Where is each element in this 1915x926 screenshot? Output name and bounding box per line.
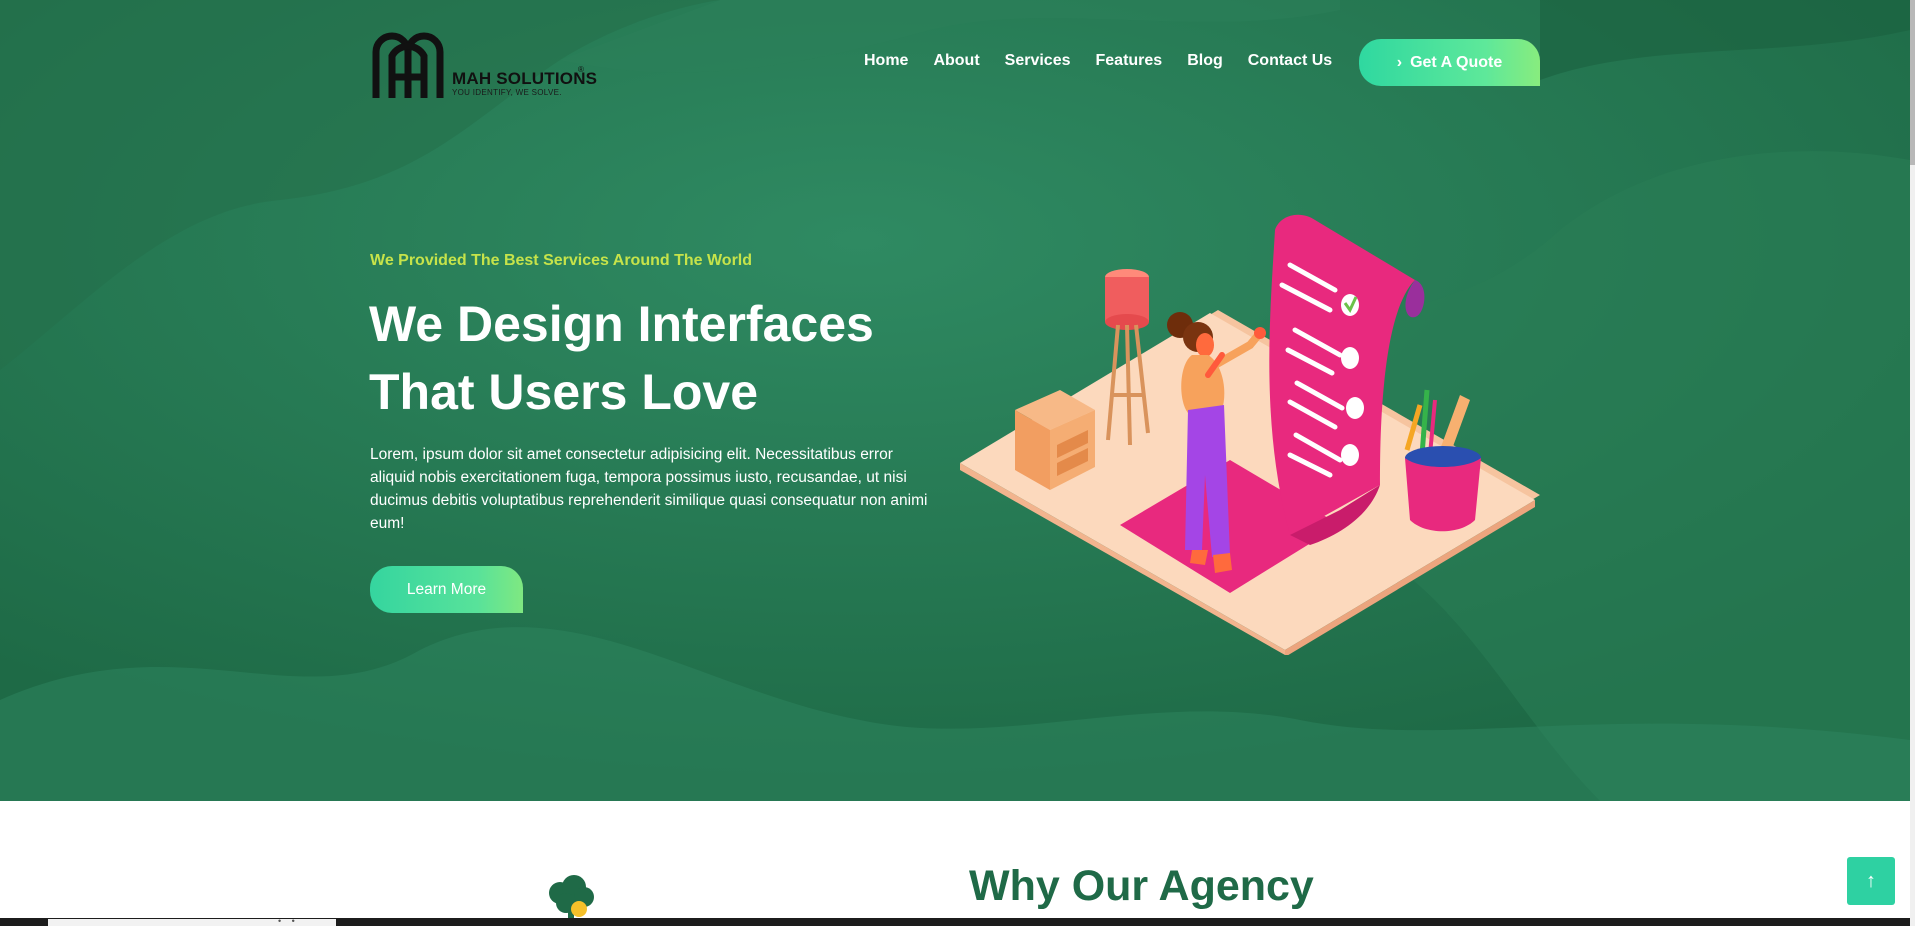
hero-eyebrow: We Provided The Best Services Around The…: [370, 252, 753, 269]
logo-mark-icon: [372, 32, 444, 98]
hero-headline-line2: That Users Love: [369, 364, 759, 420]
brand-name: MAH SOLUTIONS: [452, 69, 598, 88]
scrollbar-thumb[interactable]: [1910, 0, 1915, 165]
brand-tagline: YOU IDENTIFY, WE SOLVE.: [452, 88, 562, 97]
hero-section: MAH SOLUTIONS ® YOU IDENTIFY, WE SOLVE. …: [0, 0, 1910, 801]
chevron-right-icon: ›: [1396, 53, 1403, 71]
nav-contact-us[interactable]: Contact Us: [1248, 52, 1332, 70]
arrow-up-icon: ↑: [1866, 869, 1876, 892]
hero-description: Lorem, ipsum dolor sit amet consectetur …: [370, 446, 928, 532]
main-nav: Home About Services Features Blog Contac…: [864, 52, 1332, 70]
brand-logo[interactable]: MAH SOLUTIONS ® YOU IDENTIFY, WE SOLVE.: [370, 22, 597, 102]
nav-about[interactable]: About: [933, 52, 979, 70]
hero-headline: We Design Interfaces That Users Love: [369, 290, 929, 426]
bottom-tab: • •: [48, 916, 336, 926]
hero-background-waves: [0, 0, 1910, 801]
nav-blog[interactable]: Blog: [1187, 52, 1223, 70]
hero-illustration: [960, 214, 1540, 655]
nav-home[interactable]: Home: [864, 52, 908, 70]
nav-services[interactable]: Services: [1005, 52, 1071, 70]
get-a-quote-label: Get A Quote: [1410, 53, 1503, 71]
hero-headline-line1: We Design Interfaces: [369, 296, 874, 352]
nav-features[interactable]: Features: [1096, 52, 1163, 70]
section-title: Why Our Agency: [969, 862, 1314, 910]
learn-more-button[interactable]: Learn More: [370, 566, 523, 613]
get-a-quote-button[interactable]: › Get A Quote: [1359, 39, 1540, 86]
bottom-tab-dots: • •: [278, 916, 299, 926]
back-to-top-button[interactable]: ↑: [1847, 857, 1895, 905]
registered-mark: ®: [578, 65, 584, 74]
